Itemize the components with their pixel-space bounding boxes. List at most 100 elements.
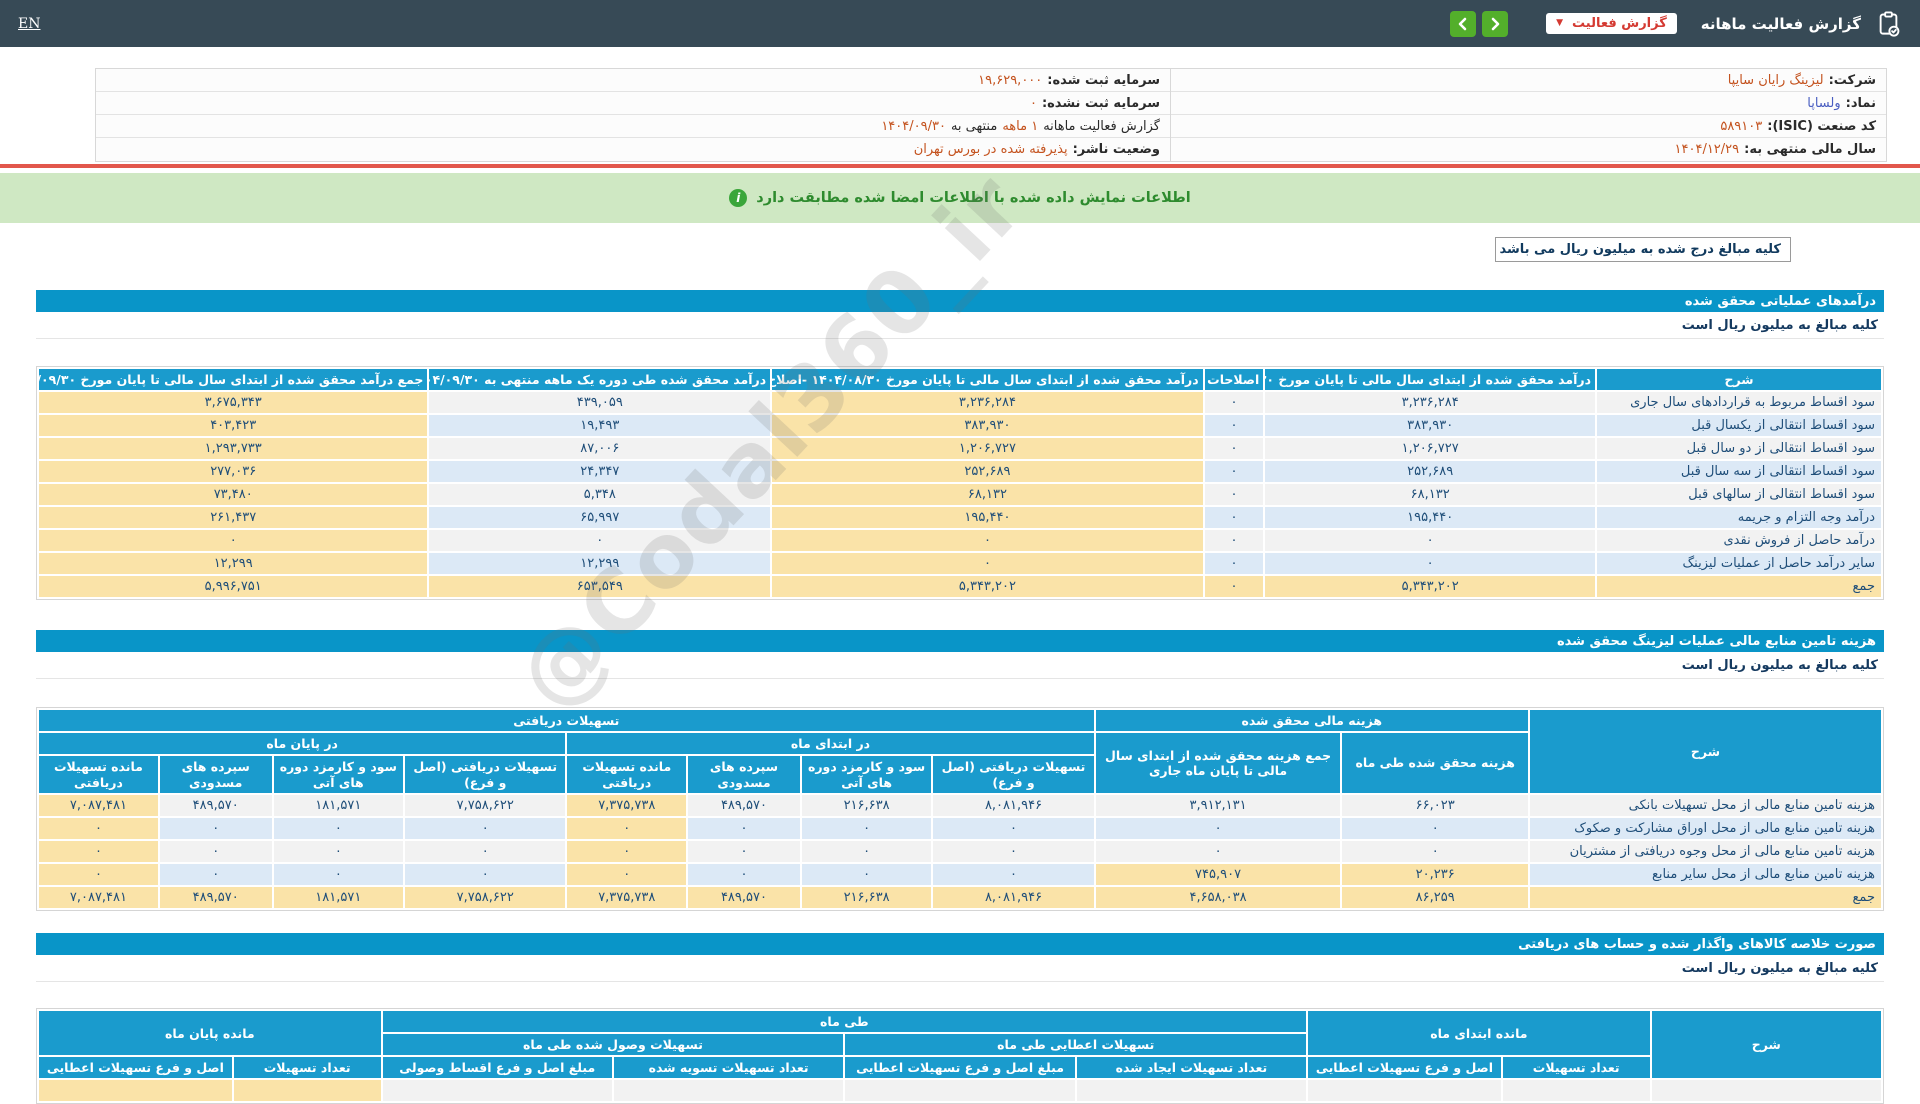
column-header-income-month: درآمد محقق شده طی دوره یک ماهه منتهی به … [429,369,771,390]
group-header-granted-during-month: تسهیلات اعطایی طی ماه [845,1034,1307,1056]
value-cell: ۰ [933,818,1094,840]
signature-match-text: اطلاعات نمایش داده شده با اطلاعات امضا ش… [756,190,1191,206]
group-header-collected-during-month: تسهیلات وصول شده طی ماه [382,1034,844,1056]
row-label-cell: هزینه تامین منابع مالی از محل اوراق مشار… [1529,818,1881,840]
section-financing-cost: هزینه تامین منابع مالی عملیات لیزینگ محق… [36,630,1884,912]
value-cell: ۳۸۳,۹۳۰ [1265,415,1596,436]
value-cell: ۶۵,۹۹۷ [429,507,771,528]
value-cell: ۷۴۵,۹۰۷ [1095,864,1341,886]
value-cell: ۵,۳۴۸ [429,484,771,505]
amounts-unit-note-box: کلیه مبالغ درج شده به میلیون ریال می باش… [1495,237,1791,262]
table-row: سایر درآمد حاصل از عملیات لیزینگ ۰ ۰ ۰ ۱۲,۲۹… [39,553,1881,574]
row-label-cell: سود اقساط انتقالی از سه سال قبل [1597,461,1881,482]
table-row: سود اقساط انتقالی از سه سال قبل ۲۵۲,۶۸۹ ۰ ۲… [39,461,1881,482]
value-cell [1308,1080,1501,1102]
value-cell: ۰ [39,864,158,886]
next-report-button[interactable] [1482,10,1509,37]
column-header-begin-balance: مانده تسهیلات دریافتی [567,756,687,794]
operating-income-section-header: درآمدهای عملیاتی محقق شده [36,290,1884,312]
column-header-income-adjusted: درآمد محقق شده از ابتدای سال مالی تا پای… [772,369,1203,390]
value-cell: ۷,۳۷۵,۷۳۸ [567,887,687,909]
value-cell: ۴۰۳,۴۲۳ [39,415,428,436]
value-cell: ۷,۰۸۷,۴۸۱ [39,795,158,817]
value-cell: ۸۶,۲۵۹ [1342,887,1528,909]
value-cell: ۷,۷۵۸,۶۲۲ [405,795,566,817]
value-cell: ۱۹۵,۴۴۰ [772,507,1203,528]
table-row: سود اقساط انتقالی از سالهای قبل ۶۸,۱۳۲ ۰ ۶۸… [39,484,1881,505]
ticker-value[interactable]: ولساپا [1807,96,1840,111]
group-header-begin-balance: مانده ابتدای ماه [1308,1011,1650,1056]
value-cell: ۴۳۹,۰۵۹ [429,392,771,413]
value-cell: ۰ [1204,507,1264,528]
report-type-dropdown[interactable]: گزارش فعالیت ▼ [1546,13,1677,34]
table-row [39,1080,1881,1102]
issuer-status-label: وضعیت ناشر: [1072,142,1160,157]
value-cell: ۰ [39,841,158,863]
row-label-cell: هزینه تامین منابع مالی از محل سایر منابع [1529,864,1881,886]
group-header-during-month: طی ماه [382,1011,1307,1033]
previous-report-button[interactable] [1450,10,1477,37]
top-header-bar: گزارش فعالیت ماهانه گزارش فعالیت ▼ EN [0,0,1920,47]
chevron-left-icon [1458,17,1467,30]
column-header-begin-future-interest: سود و کارمزد دوره های آتی [801,756,932,794]
company-name-value: لیزینگ رایان سایپا [1727,72,1824,88]
value-cell: ۳۸۳,۹۳۰ [772,415,1203,436]
value-cell: ۴۸۹,۵۷۰ [688,795,800,817]
value-cell: ۰ [801,841,932,863]
isic-value: ۵۸۹۱۰۳ [1720,118,1763,134]
company-info-left-column: سرمایه ثبت شده: ۱۹,۶۲۹,۰۰۰ سرمایه ثبت نش… [96,69,1170,161]
value-cell: ۱۲,۲۹۹ [429,553,771,574]
value-cell: ۰ [159,864,272,886]
report-period-label: گزارش فعالیت ماهانه [1043,118,1160,134]
value-cell: ۱۲,۲۹۹ [39,553,428,574]
isic-row: کد صنعت (ISIC): ۵۸۹۱۰۳ [1171,115,1886,138]
column-header-desc: شرح [1597,369,1881,390]
value-cell: ۲۵۲,۶۸۹ [1265,461,1596,482]
column-header-income-total: جمع درآمد محقق شده از ابتدای سال مالی تا… [39,369,428,390]
fiscal-year-value: ۱۴۰۴/۱۲/۲۹ [1674,142,1740,157]
section-title: هزینه تامین منابع مالی عملیات لیزینگ محق… [1556,633,1876,649]
fiscal-year-label: سال مالی منتهی به: [1744,142,1876,157]
value-cell: ۸,۰۸۱,۹۴۶ [933,795,1094,817]
value-cell: ۱۸۱,۵۷۱ [273,887,404,909]
value-cell: ۰ [688,818,800,840]
column-header-begin-principal: تسهیلات دریافتی (اصل و فرع) [933,756,1094,794]
value-cell: ۰ [1342,818,1528,840]
column-header-desc: شرح [1651,1011,1881,1079]
value-cell: ۰ [1095,818,1341,840]
value-cell: ۸,۰۸۱,۹۴۶ [933,887,1094,909]
value-cell: ۲۱۶,۶۳۸ [801,887,932,909]
value-cell: ۵,۹۹۶,۷۵۱ [39,576,428,597]
value-cell: ۶۵۳,۵۴۹ [429,576,771,597]
section-goods-receivables: صورت خلاصه کالاهای واگذار شده و حساب های… [36,933,1884,1104]
column-header-end-count: تعداد تسهیلات [233,1057,381,1079]
column-header-income-to-0830: درآمد محقق شده از ابتدای سال مالی تا پای… [1265,369,1596,390]
signature-match-banner: اطلاعات نمایش داده شده با اطلاعات امضا ش… [0,173,1920,223]
table-row: درآمد حاصل از فروش نقدی ۰ ۰ ۰ ۰ ۰ [39,530,1881,551]
registered-capital-row: سرمایه ثبت شده: ۱۹,۶۲۹,۰۰۰ [96,69,1170,92]
value-cell: ۰ [772,530,1203,551]
value-cell: ۱۸۱,۵۷۱ [273,795,404,817]
value-cell: ۲۷۷,۰۳۶ [39,461,428,482]
column-header-created-count: تعداد تسهیلات ایجاد شده [1076,1057,1307,1079]
row-label-cell: سایر درآمد حاصل از عملیات لیزینگ [1597,553,1881,574]
registered-capital-label: سرمایه ثبت شده: [1047,72,1160,88]
value-cell: ۷۳,۴۸۰ [39,484,428,505]
language-toggle-en[interactable]: EN [18,16,40,32]
value-cell: ۱,۲۹۳,۷۳۳ [39,438,428,459]
value-cell: ۰ [273,864,404,886]
row-label-cell: هزینه تامین منابع مالی از محل تسهیلات با… [1529,795,1881,817]
column-header-begin-blocked-deposits: سپرده های مسدودی [688,756,800,794]
company-name-row: شرکت: لیزینگ رایان سایپا [1171,69,1886,92]
value-cell: ۱,۲۰۶,۷۲۷ [1265,438,1596,459]
column-header-collected-amount: مبلغ اصل و فرع اقساط وصولی [382,1057,612,1079]
row-label-cell: جمع [1597,576,1881,597]
value-cell [382,1080,612,1102]
info-icon: i [729,189,748,207]
value-cell: ۳,۹۱۲,۱۳۱ [1095,795,1341,817]
value-cell: ۸۷,۰۰۶ [429,438,771,459]
value-cell: ۱۹,۴۹۳ [429,415,771,436]
column-header-end-principal: اصل و فرع تسهیلات اعطایی [39,1057,232,1079]
financing-cost-table: شرح هزینه مالی محقق شده تسهیلات دریافتی … [36,707,1884,912]
value-cell: ۰ [405,864,566,886]
